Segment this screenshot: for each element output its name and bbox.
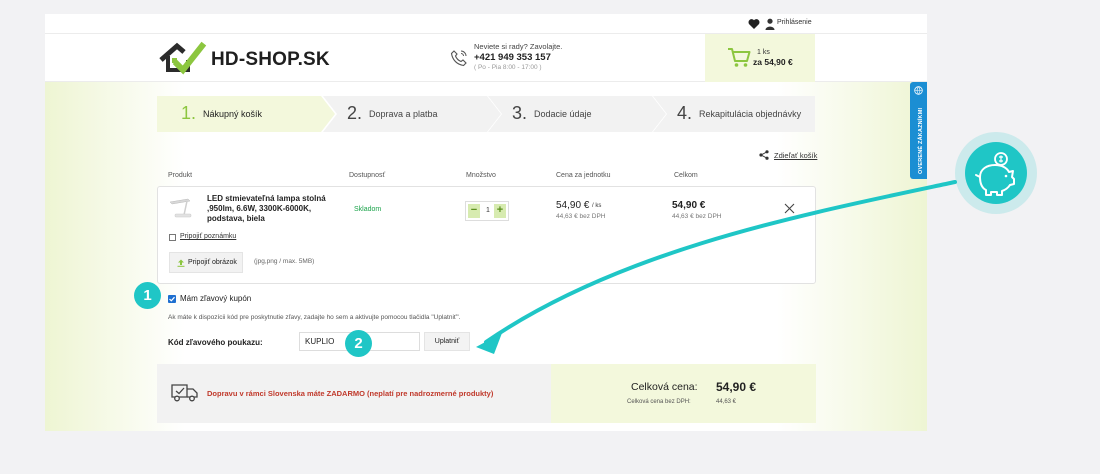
cart-icon [728, 48, 751, 67]
free-shipping-text: Dopravu v rámci Slovenska máte ZADARMO (… [207, 389, 494, 398]
verified-reviews-label: OVERENÉ ZÁKAZNÍKMI [918, 107, 924, 174]
step-label: Nákupný košík [203, 109, 263, 119]
header-cart[interactable]: 1 ks za 54,90 € [705, 34, 815, 82]
share-cart-link[interactable]: Zdieľať košík [774, 151, 817, 160]
cart-count: 1 ks [757, 49, 770, 56]
column-header-unit-price: Cena za jednotku [556, 172, 611, 179]
column-header-quantity: Množstvo [466, 172, 496, 179]
contact-hours: ( Po - Pia 8:00 - 17:00 ) [474, 64, 542, 71]
contact-phone[interactable]: +421 949 353 157 [474, 52, 551, 63]
verified-reviews-tab[interactable]: OVERENÉ ZÁKAZNÍKMI [910, 82, 927, 179]
grand-total-value: 54,90 € [716, 380, 757, 394]
shop-page: Prihlásenie HD-SHOP.SK Neviete si rady? … [45, 14, 927, 431]
contact-question: Neviete si rady? Zavolajte. [474, 42, 563, 51]
site-header: HD-SHOP.SK Neviete si rady? Zavolajte. +… [45, 34, 927, 82]
unit-price-suffix: / ks [592, 203, 602, 209]
step-number: 3. [512, 103, 528, 123]
row-total-without-vat: 44,63 € bez DPH [672, 213, 722, 220]
heart-icon[interactable] [748, 18, 760, 30]
step-label: Dodacie údaje [534, 109, 592, 119]
coupon-code-label: Kód zľavového poukazu: [168, 338, 263, 347]
step-shipping[interactable]: 2. Doprava a platba [323, 96, 501, 132]
close-icon[interactable] [784, 203, 795, 214]
attach-image-button[interactable]: Pripojiť obrázok [169, 252, 243, 273]
globe-icon [914, 86, 923, 95]
attach-image-label: Pripojiť obrázok [188, 259, 237, 266]
total-without-vat-label: Celková cena bez DPH: [627, 399, 691, 405]
column-header-availability: Dostupnosť [349, 172, 386, 179]
step-label: Doprava a platba [369, 109, 438, 119]
phone-icon [450, 50, 467, 67]
total-without-vat-value: 44,63 € [716, 399, 737, 405]
checkout-steps: 1. Nákupný košík 2. Doprava a platba 3. … [157, 96, 815, 132]
quantity-decrease-button[interactable]: − [468, 204, 480, 218]
column-header-total: Celkom [674, 172, 698, 179]
step-summary[interactable]: 4. Rekapitulácia objednávky [653, 96, 815, 132]
add-note-checkbox[interactable] [169, 234, 176, 241]
piggy-bank-icon [975, 152, 1015, 196]
logo-text[interactable]: HD-SHOP.SK [211, 49, 330, 71]
column-header-product: Produkt [168, 172, 193, 179]
piggy-bank-badge [965, 142, 1027, 204]
coupon-code-input[interactable] [299, 332, 420, 351]
order-total-box: Celková cena: 54,90 € Celková cena bez D… [551, 364, 816, 423]
coupon-checkbox[interactable] [168, 295, 176, 303]
coupon-help-text: Ak máte k dispozícii kód pre poskytnutie… [168, 314, 461, 321]
step-delivery[interactable]: 3. Dodacie údaje [488, 96, 666, 132]
step-number: 1. [181, 103, 197, 123]
upload-icon [177, 259, 185, 267]
shipping-notice: Dopravu v rámci Slovenska máte ZADARMO (… [157, 364, 551, 423]
step-label: Rekapitulácia objednávky [699, 109, 802, 119]
product-name[interactable]: LED stmievateľná lampa stolná ,950lm, 6.… [207, 194, 337, 224]
step-cart[interactable]: 1. Nákupný košík [157, 96, 335, 132]
step-number: 2. [347, 103, 363, 123]
row-total-price: 54,90 € [672, 200, 706, 211]
truck-icon [171, 384, 198, 402]
add-note-link[interactable]: Pripojiť poznámku [180, 233, 236, 240]
top-bar: Prihlásenie [45, 14, 927, 34]
quantity-increase-button[interactable]: + [494, 204, 506, 218]
unit-price: 54,90 € [556, 200, 590, 211]
piggy-bank-halo [955, 132, 1037, 214]
share-icon[interactable] [759, 150, 769, 160]
availability-status: Skladom [354, 206, 382, 213]
coupon-checkbox-label[interactable]: Mám zľavový kupón [180, 294, 251, 303]
login-link[interactable]: Prihlásenie [777, 19, 812, 26]
unit-price-without-vat: 44,63 € bez DPH [556, 213, 606, 220]
grand-total-label: Celková cena: [631, 381, 698, 393]
cart-total: za 54,90 € [753, 57, 793, 67]
quantity-stepper: − 1 + [465, 201, 509, 221]
cart-item-row: LED stmievateľná lampa stolná ,950lm, 6.… [157, 186, 816, 284]
logo-house-icon[interactable] [158, 40, 208, 76]
quantity-value[interactable]: 1 [482, 207, 494, 214]
product-image[interactable] [167, 197, 195, 219]
attach-image-hint: (jpg,png / max. 5MB) [254, 258, 315, 265]
step-number: 4. [677, 103, 693, 123]
user-icon[interactable] [765, 18, 775, 30]
apply-coupon-button[interactable]: Uplatniť [424, 332, 470, 351]
